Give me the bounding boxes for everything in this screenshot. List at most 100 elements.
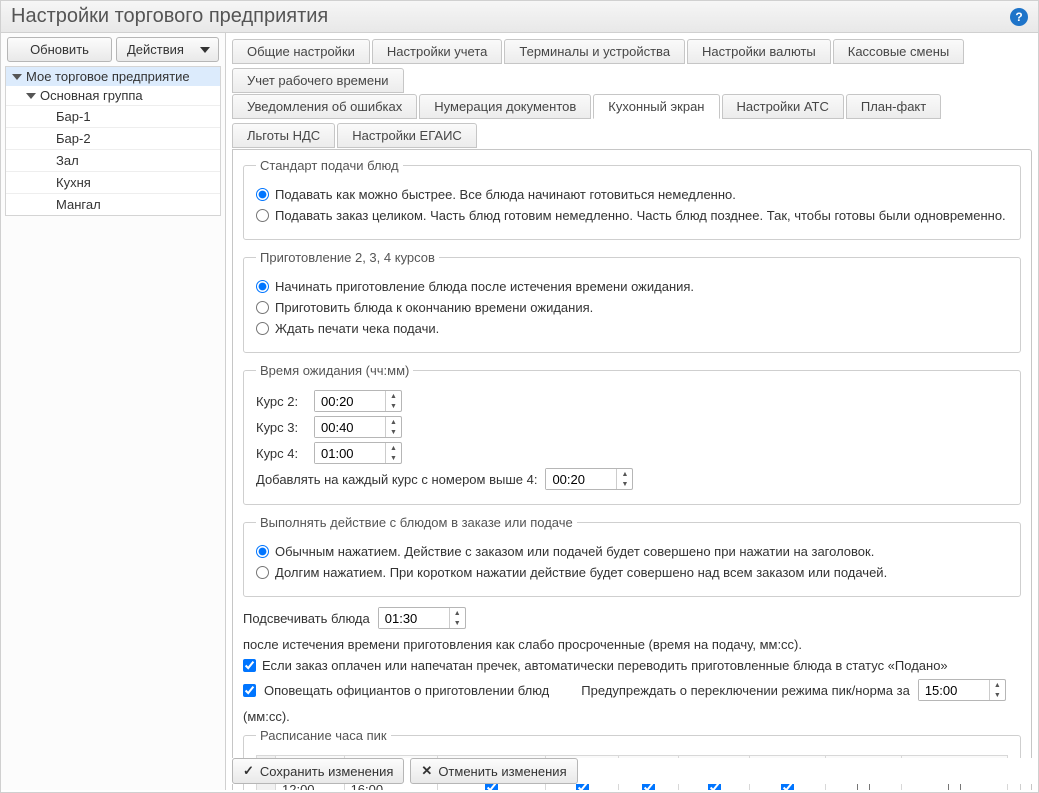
tab[interactable]: Уведомления об ошибках — [232, 94, 417, 119]
actions-button[interactable]: Действия — [116, 37, 219, 62]
courses-opt-label[interactable]: Приготовить блюда к окончанию времени ож… — [275, 300, 593, 315]
wait-row-label: Курс 3: — [256, 420, 306, 435]
wait-spinner[interactable]: ▲▼ — [314, 390, 402, 412]
wait-extra-label: Добавлять на каждый курс с номером выше … — [256, 472, 537, 487]
spin-down-icon[interactable]: ▼ — [386, 427, 401, 437]
tab-panel-kitchen: Стандарт подачи блюд Подавать как можно … — [232, 149, 1032, 790]
settings-window: Настройки торгового предприятия ? Обнови… — [0, 0, 1039, 793]
tab[interactable]: Настройки валюты — [687, 39, 831, 64]
cancel-label: Отменить изменения — [438, 764, 566, 779]
schedule-legend: Расписание часа пик — [256, 728, 391, 743]
tab[interactable]: Настройки учета — [372, 39, 502, 64]
wait-input[interactable] — [315, 391, 385, 411]
wait-row-label: Курс 4: — [256, 446, 306, 461]
serve-opt-fast[interactable] — [256, 188, 269, 201]
serve-standard-group: Стандарт подачи блюд Подавать как можно … — [243, 158, 1021, 240]
tree-leaf[interactable]: Бар-1 — [6, 105, 220, 127]
spin-down-icon[interactable]: ▼ — [386, 401, 401, 411]
help-icon[interactable]: ? — [1010, 8, 1028, 26]
tab[interactable]: Общие настройки — [232, 39, 370, 64]
wait-input[interactable] — [315, 417, 385, 437]
highlight-input[interactable] — [379, 608, 449, 628]
action-legend: Выполнять действие с блюдом в заказе или… — [256, 515, 577, 530]
spin-up-icon[interactable]: ▲ — [386, 391, 401, 401]
courses-opt[interactable] — [256, 301, 269, 314]
spin-down-icon[interactable]: ▼ — [617, 479, 632, 489]
courses-opt[interactable] — [256, 280, 269, 293]
action-opt-normal-label[interactable]: Обычным нажатием. Действие с заказом или… — [275, 544, 874, 559]
save-button[interactable]: Сохранить изменения — [232, 758, 404, 784]
tree-root[interactable]: Мое торговое предприятие — [6, 67, 220, 86]
tree-leaf[interactable]: Мангал — [6, 193, 220, 215]
tree-leaf[interactable]: Бар-2 — [6, 127, 220, 149]
tab[interactable]: Кассовые смены — [833, 39, 964, 64]
refresh-button[interactable]: Обновить — [7, 37, 112, 62]
actions-label: Действия — [127, 42, 184, 57]
highlight-label: Подсвечивать блюда — [243, 611, 370, 626]
tab[interactable]: Нумерация документов — [419, 94, 591, 119]
spin-up-icon[interactable]: ▲ — [990, 680, 1005, 690]
wait-legend: Время ожидания (чч:мм) — [256, 363, 413, 378]
checkbox-auto-served-label[interactable]: Если заказ оплачен или напечатан пречек,… — [262, 658, 948, 673]
tab[interactable]: Кухонный экран — [593, 94, 719, 119]
checkbox-auto-served[interactable] — [243, 659, 256, 672]
wait-input[interactable] — [315, 443, 385, 463]
tree-leaf[interactable]: Кухня — [6, 171, 220, 193]
courses-opt-label[interactable]: Начинать приготовление блюда после истеч… — [275, 279, 694, 294]
warn-label: Предупреждать о переключении режима пик/… — [581, 683, 910, 698]
spin-up-icon[interactable]: ▲ — [617, 469, 632, 479]
tree-leaf[interactable]: Зал — [6, 149, 220, 171]
sidebar: Обновить Действия Мое торговое предприят… — [1, 33, 226, 790]
spin-down-icon[interactable]: ▼ — [990, 690, 1005, 700]
courses-opt-label[interactable]: Ждать печати чека подачи. — [275, 321, 439, 336]
tab[interactable]: Терминалы и устройства — [504, 39, 685, 64]
warn-suffix: (мм:сс). — [243, 709, 290, 724]
check-icon — [243, 763, 254, 779]
tab[interactable]: Льготы НДС — [232, 123, 335, 148]
org-tree: Мое торговое предприятие Основная группа… — [5, 66, 221, 216]
spin-up-icon[interactable]: ▲ — [450, 608, 465, 618]
tree-group-label: Основная группа — [40, 88, 143, 103]
expander-icon — [26, 93, 36, 99]
wait-spinner[interactable]: ▲▼ — [314, 416, 402, 438]
serve-standard-legend: Стандарт подачи блюд — [256, 158, 403, 173]
page-title: Настройки торгового предприятия — [11, 5, 328, 28]
action-opt-normal[interactable] — [256, 545, 269, 558]
footer-actions: Сохранить изменения Отменить изменения — [232, 758, 1032, 784]
courses-opt[interactable] — [256, 322, 269, 335]
checkbox-notify-waiters[interactable] — [243, 684, 256, 697]
serve-opt-fast-label[interactable]: Подавать как можно быстрее. Все блюда на… — [275, 187, 736, 202]
tabs-row-1: Общие настройкиНастройки учетаТерминалы … — [232, 39, 1032, 95]
action-opt-long-label[interactable]: Долгим нажатием. При коротком нажатии де… — [275, 565, 887, 580]
save-label: Сохранить изменения — [260, 764, 394, 779]
tab[interactable]: Учет рабочего времени — [232, 68, 404, 93]
spin-down-icon[interactable]: ▼ — [386, 453, 401, 463]
highlight-suffix: после истечения времени приготовления ка… — [243, 637, 802, 652]
warn-spinner[interactable]: ▲▼ — [918, 679, 1006, 701]
spin-down-icon[interactable]: ▼ — [450, 618, 465, 628]
spin-up-icon[interactable]: ▲ — [386, 417, 401, 427]
x-icon — [421, 763, 432, 779]
serve-opt-whole[interactable] — [256, 209, 269, 222]
tab[interactable]: Настройки ЕГАИС — [337, 123, 477, 148]
tab[interactable]: План-факт — [846, 94, 941, 119]
spin-up-icon[interactable]: ▲ — [386, 443, 401, 453]
expander-icon — [12, 74, 22, 80]
action-group: Выполнять действие с блюдом в заказе или… — [243, 515, 1021, 597]
wait-extra-input[interactable] — [546, 469, 616, 489]
action-opt-long[interactable] — [256, 566, 269, 579]
cancel-button[interactable]: Отменить изменения — [410, 758, 577, 784]
tree-group[interactable]: Основная группа — [6, 86, 220, 105]
checkbox-notify-waiters-label[interactable]: Оповещать официантов о приготовлении блю… — [264, 683, 549, 698]
wait-row-label: Курс 2: — [256, 394, 306, 409]
courses-legend: Приготовление 2, 3, 4 курсов — [256, 250, 439, 265]
tab[interactable]: Настройки АТС — [722, 94, 844, 119]
warn-input[interactable] — [919, 680, 989, 700]
highlight-spinner[interactable]: ▲▼ — [378, 607, 466, 629]
serve-opt-whole-label[interactable]: Подавать заказ целиком. Часть блюд готов… — [275, 208, 1006, 223]
wait-extra-spinner[interactable]: ▲▼ — [545, 468, 633, 490]
titlebar: Настройки торгового предприятия ? — [1, 1, 1038, 33]
main-panel: Общие настройкиНастройки учетаТерминалы … — [226, 33, 1038, 790]
tabs-row-2: Уведомления об ошибкахНумерация документ… — [232, 94, 1032, 150]
wait-spinner[interactable]: ▲▼ — [314, 442, 402, 464]
